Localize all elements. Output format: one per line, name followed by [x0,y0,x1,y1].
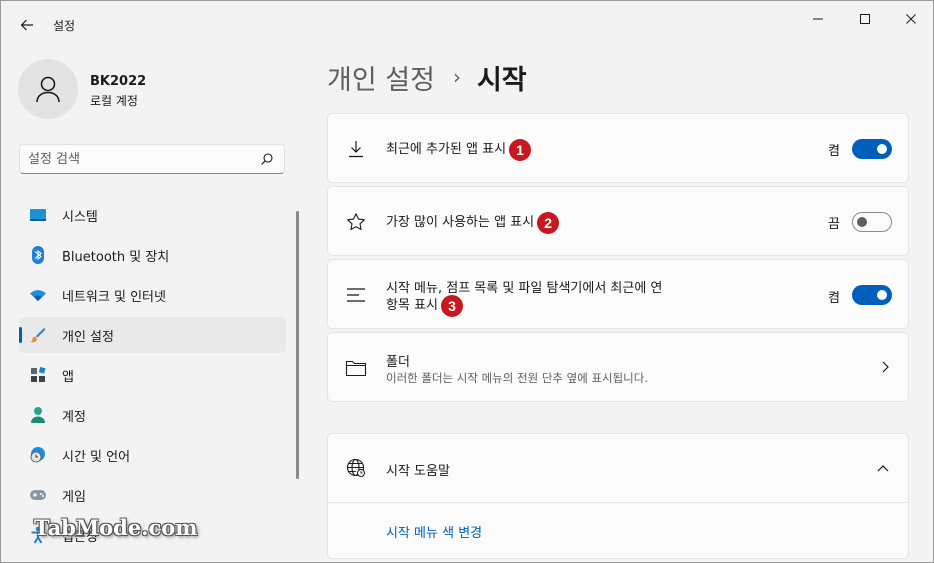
minimize-button[interactable] [795,5,841,33]
sidebar-item-label: 게임 [62,489,86,505]
close-button[interactable] [888,5,933,33]
setting-title-line2: 항목 표시 3 [386,294,463,317]
step-badge: 3 [440,294,463,317]
folder-icon [345,357,367,379]
sidebar-item-accounts[interactable]: 계정 [19,397,286,433]
recent-items-toggle[interactable] [852,285,892,305]
change-start-color-link[interactable]: 시작 메뉴 색 변경 [386,522,482,541]
sidebar-item-label: Bluetooth 및 장치 [62,249,170,265]
breadcrumb: 개인 설정 › 시작 [327,57,527,97]
system-icon [29,206,47,224]
star-icon [345,211,367,233]
globe-clock-icon [29,446,47,464]
setting-recent-items[interactable]: 시작 메뉴, 점프 목록 및 파일 탐색기에서 최근에 연 항목 표시 3 켬 [327,259,909,329]
watermark: TabMode.com [34,515,198,540]
search-input[interactable] [28,150,248,168]
folders-subtitle: 이러한 폴더는 시작 메뉴의 전원 단추 옆에 표시됩니다. [386,371,649,385]
sidebar-item-label: 시간 및 언어 [62,449,131,465]
sidebar-item-gaming[interactable]: 게임 [19,477,286,513]
sidebar-item-apps[interactable]: 앱 [19,357,286,393]
chevron-up-icon [876,462,890,477]
recent-apps-toggle[interactable] [852,139,892,159]
sidebar-item-label: 시스템 [62,209,98,225]
sidebar-item-system[interactable]: 시스템 [19,197,286,233]
account-type: 로컬 계정 [90,94,138,108]
breadcrumb-parent[interactable]: 개인 설정 [327,58,435,97]
setting-recent-apps[interactable]: 최근에 추가된 앱 표시 1 켬 [327,113,909,183]
arrow-left-icon [20,19,33,31]
active-indicator [19,327,22,343]
step-badge: 2 [537,211,560,234]
search-box[interactable] [19,144,285,174]
sidebar-item-label: 계정 [62,409,86,425]
step-badge: 1 [509,138,532,161]
gamepad-icon [29,486,47,504]
start-help-title: 시작 도움말 [386,464,450,479]
user-name: BK2022 [90,74,147,89]
download-icon [345,138,367,160]
brush-icon [29,326,47,344]
setting-label: 최근에 추가된 앱 표시 [386,142,507,157]
sidebar-item-time-language[interactable]: 시간 및 언어 [19,437,286,473]
page-title: 시작 [476,64,527,96]
title-bar: 설정 [1,1,933,49]
wifi-icon [29,286,47,304]
avatar[interactable] [18,59,78,119]
start-help-header[interactable]: 시작 도움말 [328,434,908,502]
sidebar-nav: 시스템 Bluetooth 및 장치 네트워크 및 인터넷 개인 설정 앱 계정… [19,197,286,557]
search-icon[interactable] [260,152,274,166]
most-used-apps-toggle[interactable] [852,212,892,232]
folders-title: 폴더 [386,355,410,370]
setting-title: 가장 많이 사용하는 앱 표시 2 [386,211,560,234]
setting-most-used-apps[interactable]: 가장 많이 사용하는 앱 표시 2 끔 [327,186,909,256]
back-button[interactable] [13,11,41,39]
divider [328,502,908,503]
setting-label: 가장 많이 사용하는 앱 표시 [386,215,535,230]
toggle-state-label: 켬 [828,291,840,306]
close-icon [906,14,916,24]
apps-icon [29,366,47,384]
maximize-icon [860,14,870,24]
globe-icon [345,457,367,479]
setting-title: 최근에 추가된 앱 표시 1 [386,138,532,161]
sidebar-item-label: 개인 설정 [62,329,114,345]
setting-folders[interactable]: 폴더 이러한 폴더는 시작 메뉴의 전원 단추 옆에 표시됩니다. [327,332,909,402]
account-icon [29,406,47,424]
sidebar-item-label: 앱 [62,369,74,385]
list-icon [345,284,367,306]
settings-window: 설정 BK2022 로컬 계정 시스템 [0,0,934,563]
sidebar-item-network[interactable]: 네트워크 및 인터넷 [19,277,286,313]
sidebar-scrollbar[interactable] [296,211,299,479]
sidebar-item-label: 네트워크 및 인터넷 [62,289,166,305]
toggle-state-label: 켬 [828,144,840,159]
bluetooth-icon [29,246,47,264]
toggle-state-label: 끔 [828,217,840,232]
breadcrumb-separator: › [452,65,461,89]
app-title: 설정 [53,19,76,33]
chevron-right-icon [880,360,890,378]
start-help-panel: 시작 도움말 시작 메뉴 색 변경 [327,433,909,559]
sidebar-item-personalization[interactable]: 개인 설정 [19,317,286,353]
person-icon [36,76,60,103]
setting-label: 항목 표시 [386,298,438,313]
sidebar-item-bluetooth[interactable]: Bluetooth 및 장치 [19,237,286,273]
minimize-icon [813,18,823,20]
maximize-button[interactable] [842,5,888,33]
